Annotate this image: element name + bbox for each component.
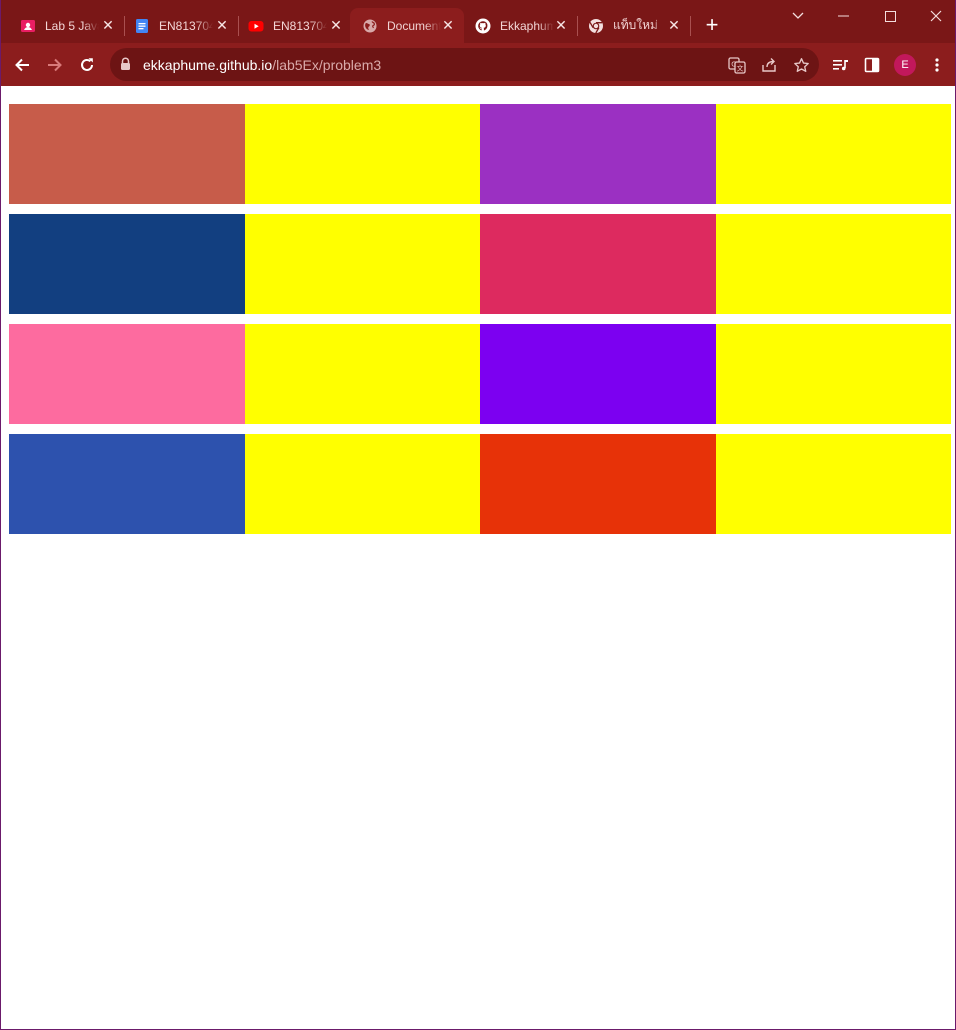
grid-row [9, 434, 951, 534]
tab-close-icon[interactable]: ✕ [214, 17, 230, 33]
color-cell [480, 104, 716, 204]
page-content [1, 86, 955, 1030]
lock-icon[interactable] [120, 57, 131, 76]
bookmark-star-icon[interactable] [790, 54, 812, 76]
profile-avatar[interactable]: E [894, 54, 916, 76]
window-close-icon[interactable] [921, 5, 951, 27]
color-cell [245, 104, 480, 204]
tab-new-tab-thai[interactable]: แท็บใหม่ ✕ [576, 8, 690, 43]
color-cell [716, 104, 951, 204]
color-cell [480, 324, 716, 424]
youtube-icon [248, 18, 264, 34]
maximize-icon[interactable] [875, 5, 905, 27]
tab-title: EN813704 [159, 18, 213, 33]
reload-icon[interactable] [74, 52, 100, 78]
tab-en813704-youtube[interactable]: EN813704 ✕ [236, 8, 352, 43]
tab-title: แท็บใหม่ [613, 18, 658, 32]
color-cell [9, 434, 245, 534]
color-grid [9, 104, 951, 544]
google-classroom-icon [20, 18, 36, 34]
translate-icon[interactable]: G文 [726, 54, 748, 76]
color-cell [245, 214, 480, 314]
github-icon [475, 18, 491, 34]
grid-row [9, 214, 951, 314]
color-cell [716, 434, 951, 534]
color-cell [9, 214, 245, 314]
globe-icon [362, 18, 378, 34]
grid-row [9, 324, 951, 424]
tab-title: Ekkaphume [500, 18, 554, 33]
tab-ekkaphume-github[interactable]: Ekkaphume ✕ [463, 8, 577, 43]
grid-row [9, 104, 951, 204]
tab-en813704-docs[interactable]: EN813704 ✕ [122, 8, 238, 43]
color-cell [9, 104, 245, 204]
new-tab-button[interactable]: + [700, 14, 724, 38]
tab-title: Lab 5 JavaScript [45, 18, 99, 33]
color-cell [245, 324, 480, 424]
google-docs-icon [134, 18, 150, 34]
color-cell [9, 324, 245, 424]
svg-text:文: 文 [737, 64, 744, 73]
url-path: /lab5Ex/problem3 [272, 57, 382, 73]
address-bar[interactable]: ekkaphume.github.io/lab5Ex/problem3 G文 [110, 48, 819, 81]
tab-lab5[interactable]: Lab 5 JavaScript ✕ [8, 8, 124, 43]
minimize-icon[interactable] [829, 5, 859, 27]
color-cell [716, 214, 951, 314]
browser-toolbar: ekkaphume.github.io/lab5Ex/problem3 G文 E [0, 43, 956, 86]
share-icon[interactable] [758, 54, 780, 76]
url-host: ekkaphume.github.io [143, 57, 273, 73]
tab-close-icon[interactable]: ✕ [553, 17, 569, 33]
tab-close-icon[interactable]: ✕ [100, 17, 116, 33]
more-menu-icon[interactable] [924, 52, 950, 78]
color-cell [480, 434, 716, 534]
tab-close-icon[interactable]: ✕ [666, 17, 682, 33]
tab-separator [690, 16, 691, 36]
back-arrow-icon[interactable] [9, 52, 35, 78]
tab-title: Document [387, 18, 441, 33]
color-cell [716, 324, 951, 424]
chrome-icon [588, 18, 604, 34]
side-panel-icon[interactable] [859, 52, 885, 78]
url-text[interactable]: ekkaphume.github.io/lab5Ex/problem3 [143, 57, 381, 73]
tab-close-icon[interactable]: ✕ [328, 17, 344, 33]
tab-strip: Lab 5 JavaScript ✕ EN813704 ✕ EN813704 ✕… [0, 0, 956, 43]
tab-document-active[interactable]: Document ✕ [350, 8, 464, 43]
tab-search-chevron-icon[interactable] [783, 5, 813, 27]
forward-arrow-icon[interactable] [42, 52, 68, 78]
tab-close-icon[interactable]: ✕ [440, 17, 456, 33]
color-cell [245, 434, 480, 534]
color-cell [480, 214, 716, 314]
tab-title: EN813704 [273, 18, 327, 33]
media-queue-icon[interactable] [828, 52, 854, 78]
